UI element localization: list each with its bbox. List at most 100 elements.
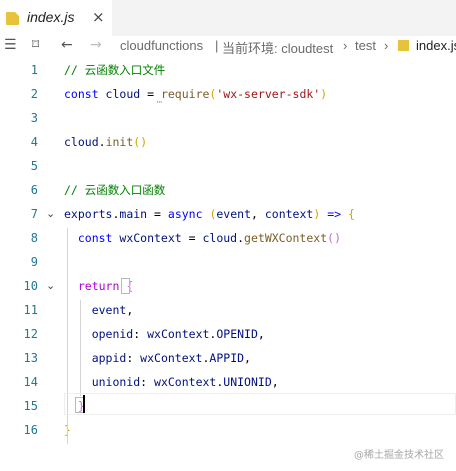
forward-arrow-icon[interactable]: → xyxy=(90,37,102,53)
code-token: () xyxy=(327,231,341,245)
code-text: appid: wxContext.APPID, xyxy=(64,346,251,370)
code-token: const xyxy=(64,231,120,245)
code-token: event xyxy=(216,207,251,221)
code-token: wxContext xyxy=(147,327,210,341)
line-number: 16 xyxy=(23,423,38,437)
code-token: cloud xyxy=(105,87,141,101)
code-text: event, xyxy=(64,298,134,322)
fold-chevron-icon[interactable]: ⌄ xyxy=(46,202,55,226)
code-token: wxContext xyxy=(140,351,203,365)
line-number: 7 xyxy=(30,207,38,221)
code-text: // 云函数入口文件 xyxy=(64,58,165,82)
code-line[interactable]: 1 // 云函数入口文件 xyxy=(0,58,456,82)
code-token: return xyxy=(64,279,127,293)
code-token: , xyxy=(257,327,265,341)
code-line[interactable]: 9 xyxy=(0,250,456,274)
code-line[interactable]: 7 ⌄ exports.main = async (event, context) … xyxy=(0,202,456,226)
breadcrumb-separator: | xyxy=(215,38,219,53)
code-line[interactable]: 11 event, xyxy=(0,298,456,322)
line-number: 12 xyxy=(23,327,38,341)
line-number: 4 xyxy=(30,135,38,149)
text-cursor xyxy=(83,395,85,413)
code-text: const cloud = require('wx-server-sdk') xyxy=(64,82,327,106)
breadcrumb-file[interactable]: index.js xyxy=(416,38,456,53)
code-token: , xyxy=(244,351,251,365)
tab-bar: index.js × xyxy=(0,0,456,36)
code-line[interactable]: 10 ⌄ return { xyxy=(0,274,456,298)
code-token: wxContext xyxy=(119,231,182,245)
code-text: unionid: wxContext.UNIONID, xyxy=(64,370,279,394)
tab-index-js[interactable]: index.js × xyxy=(0,0,112,36)
code-text: exports.main = async (event, context) =>… xyxy=(64,202,355,226)
code-token: { xyxy=(347,207,355,221)
watermark: @稀土掘金技术社区 xyxy=(354,450,444,461)
code-token: : xyxy=(133,327,148,341)
line-number: 13 xyxy=(23,351,38,365)
code-token: () xyxy=(133,135,148,149)
hint-squiggle: ··· xyxy=(156,98,163,108)
code-line[interactable]: 5 xyxy=(0,154,456,178)
code-token: = xyxy=(147,207,168,221)
code-token: init xyxy=(105,135,134,149)
breadcrumb-arrow: › xyxy=(384,38,389,53)
indent-guide xyxy=(80,300,81,396)
code-line[interactable]: 3 xyxy=(0,106,456,130)
code-token: const xyxy=(64,87,106,101)
code-token: getWXContext xyxy=(244,231,328,245)
close-icon[interactable]: × xyxy=(92,8,105,26)
current-line-highlight xyxy=(64,393,456,415)
breadcrumb-arrow: › xyxy=(343,38,348,53)
bookmark-icon[interactable]: ⌑ xyxy=(32,37,39,53)
js-file-icon xyxy=(6,12,19,25)
code-token: OPENID xyxy=(216,327,258,341)
breadcrumb-env[interactable]: 当前环境: cloudtest xyxy=(222,38,333,57)
code-text: openid: wxContext.OPENID, xyxy=(64,322,265,346)
code-token: => xyxy=(320,207,348,221)
fold-chevron-icon[interactable]: ⌄ xyxy=(46,274,55,298)
code-token: UNIONID xyxy=(223,375,272,389)
menu-icon[interactable]: ☰ xyxy=(4,37,17,53)
code-token: // 云函数入口文件 xyxy=(64,63,166,77)
line-number: 10 xyxy=(23,279,38,293)
code-line[interactable]: 14 unionid: wxContext.UNIONID, xyxy=(0,370,456,394)
code-line[interactable]: 16} xyxy=(0,418,456,442)
code-token: : xyxy=(140,375,155,389)
code-token: openid xyxy=(64,327,134,341)
code-line[interactable]: 13 appid: wxContext.APPID, xyxy=(0,346,456,370)
code-editor[interactable]: 16}15 }14 unionid: wxContext.UNIONID,13 … xyxy=(0,58,456,471)
code-token: async xyxy=(167,207,210,221)
back-arrow-icon[interactable]: ← xyxy=(61,37,73,53)
bracket-match-box xyxy=(121,278,130,294)
line-number: 8 xyxy=(30,231,38,245)
code-text: const wxContext = cloud.getWXContext() xyxy=(64,226,341,250)
code-line[interactable]: 2 const cloud = require('wx-server-sdk') xyxy=(0,82,456,106)
code-text: // 云函数入口函数 xyxy=(64,178,165,202)
code-line[interactable]: 12 openid: wxContext.OPENID, xyxy=(0,322,456,346)
line-number: 5 xyxy=(30,159,38,173)
code-token: wxContext xyxy=(154,375,217,389)
code-token: APPID xyxy=(209,351,245,365)
code-line[interactable]: 8 const wxContext = cloud.getWXContext() xyxy=(0,226,456,250)
line-number: 2 xyxy=(30,87,38,101)
breadcrumb-root[interactable]: cloudfunctions xyxy=(120,38,203,53)
code-token: . xyxy=(98,135,106,149)
editor-toolbar: ☰ ⌑ ← → cloudfunctions | 当前环境: cloudtest… xyxy=(0,36,456,58)
js-file-icon xyxy=(398,40,409,51)
code-token: ) xyxy=(320,87,328,101)
code-token: . xyxy=(237,231,245,245)
breadcrumb-folder[interactable]: test xyxy=(355,38,376,53)
line-number: 15 xyxy=(23,399,38,413)
code-line[interactable]: 6 // 云函数入口函数 xyxy=(0,178,456,202)
line-number: 14 xyxy=(23,375,38,389)
line-number: 9 xyxy=(30,255,38,269)
code-line[interactable]: 4 cloud.init() xyxy=(0,130,456,154)
tab-label: index.js xyxy=(27,9,75,25)
code-token: // 云函数入口函数 xyxy=(64,183,166,197)
code-token: , xyxy=(251,207,265,221)
code-token: cloud xyxy=(64,135,99,149)
code-token: , xyxy=(126,303,134,317)
code-token: cloud xyxy=(202,231,238,245)
line-number: 3 xyxy=(30,111,38,125)
code-token: , xyxy=(271,375,279,389)
code-token: context xyxy=(264,207,314,221)
